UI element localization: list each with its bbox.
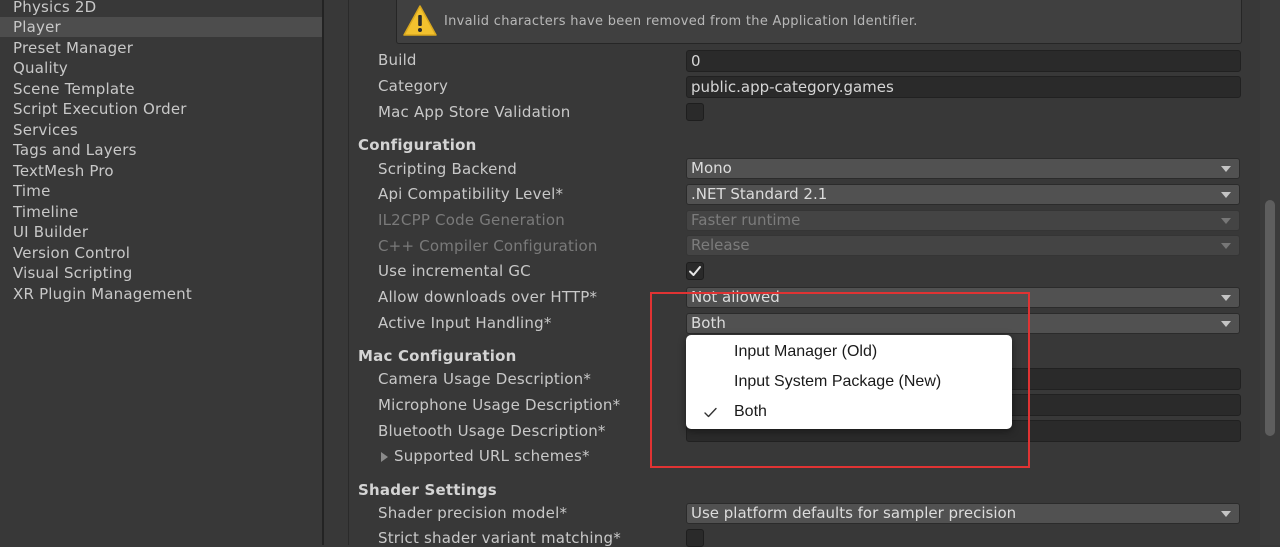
use-incremental-gc-label: Use incremental GC [378,262,531,280]
sidebar-item-visual-scripting[interactable]: Visual Scripting [0,263,322,283]
mac-app-store-validation-checkbox[interactable] [686,103,704,121]
sidebar-item-version-control[interactable]: Version Control [0,243,322,263]
inspector-border [348,0,349,545]
strict-shader-variant-checkbox[interactable] [686,529,704,547]
configuration-header: Configuration [358,136,477,154]
sidebar-item-timeline[interactable]: Timeline [0,202,322,222]
scripting-backend-dropdown[interactable]: Mono [686,158,1240,179]
shader-precision-model-dropdown[interactable]: Use platform defaults for sampler precis… [686,503,1240,524]
dropdown-arrow-icon [1221,295,1231,301]
dropdown-arrow-icon [1221,166,1231,172]
sidebar-item-player[interactable]: Player [0,17,322,37]
warning-text: Invalid characters have been removed fro… [444,14,918,29]
cpp-compiler-configuration-label: C++ Compiler Configuration [378,237,598,255]
sidebar-item-scene-template[interactable]: Scene Template [0,79,322,99]
sidebar-item-services[interactable]: Services [0,120,322,140]
cpp-compiler-configuration-dropdown: Release [686,235,1240,256]
dropdown-arrow-icon [1221,218,1231,224]
scripting-backend-label: Scripting Backend [378,160,518,178]
sidebar-item-physics-2d[interactable]: Physics 2D [0,0,322,17]
api-compatibility-level-value: .NET Standard 2.1 [691,185,828,203]
sidebar-item-time[interactable]: Time [0,181,322,201]
sidebar-item-ui-builder[interactable]: UI Builder [0,222,322,242]
sidebar-item-script-execution-order[interactable]: Script Execution Order [0,99,322,119]
sidebar-item-xr-plugin-management[interactable]: XR Plugin Management [0,284,322,304]
shader-precision-model-label: Shader precision model* [378,504,568,522]
category-label: Category [378,77,449,95]
sidebar-item-textmesh-pro[interactable]: TextMesh Pro [0,161,322,181]
build-label: Build [378,51,417,69]
project-settings-sidebar: Physics 2D Player Preset Manager Quality… [0,0,322,545]
il2cpp-code-generation-label: IL2CPP Code Generation [378,211,565,229]
mac-configuration-header: Mac Configuration [358,347,517,365]
sidebar-item-preset-manager[interactable]: Preset Manager [0,38,322,58]
bluetooth-usage-label: Bluetooth Usage Description* [378,422,606,440]
dropdown-arrow-icon [1221,243,1231,249]
highlight-box [650,292,1030,468]
scrollbar-thumb[interactable] [1265,200,1275,436]
sidebar-item-tags-and-layers[interactable]: Tags and Layers [0,140,322,160]
mac-app-store-validation-label: Mac App Store Validation [378,103,571,121]
cpp-compiler-configuration-value: Release [691,236,750,254]
microphone-usage-label: Microphone Usage Description* [378,396,621,414]
api-compatibility-level-label: Api Compatibility Level* [378,185,564,203]
shader-precision-model-value: Use platform defaults for sampler precis… [691,504,1017,522]
dropdown-arrow-icon [1221,192,1231,198]
dropdown-arrow-icon [1221,511,1231,517]
warning-helpbox: Invalid characters have been removed fro… [396,0,1242,44]
checkmark-icon [689,266,701,276]
supported-url-schemes-label[interactable]: Supported URL schemes* [394,447,590,465]
build-field[interactable]: 0 [686,50,1241,72]
foldout-arrow-icon[interactable] [381,452,388,462]
strict-shader-variant-label: Strict shader variant matching* [378,529,621,547]
active-input-handling-label: Active Input Handling* [378,314,552,332]
allow-downloads-http-label: Allow downloads over HTTP* [378,288,598,306]
category-field[interactable]: public.app-category.games [686,76,1241,98]
warning-triangle-icon [403,5,437,36]
il2cpp-code-generation-dropdown: Faster runtime [686,210,1240,231]
il2cpp-code-generation-value: Faster runtime [691,211,801,229]
sidebar-item-quality[interactable]: Quality [0,58,322,78]
scripting-backend-value: Mono [691,159,732,177]
use-incremental-gc-checkbox[interactable] [686,262,704,280]
camera-usage-label: Camera Usage Description* [378,370,592,388]
dropdown-arrow-icon [1221,321,1231,327]
api-compatibility-level-dropdown[interactable]: .NET Standard 2.1 [686,184,1240,205]
shader-settings-header: Shader Settings [358,481,497,499]
